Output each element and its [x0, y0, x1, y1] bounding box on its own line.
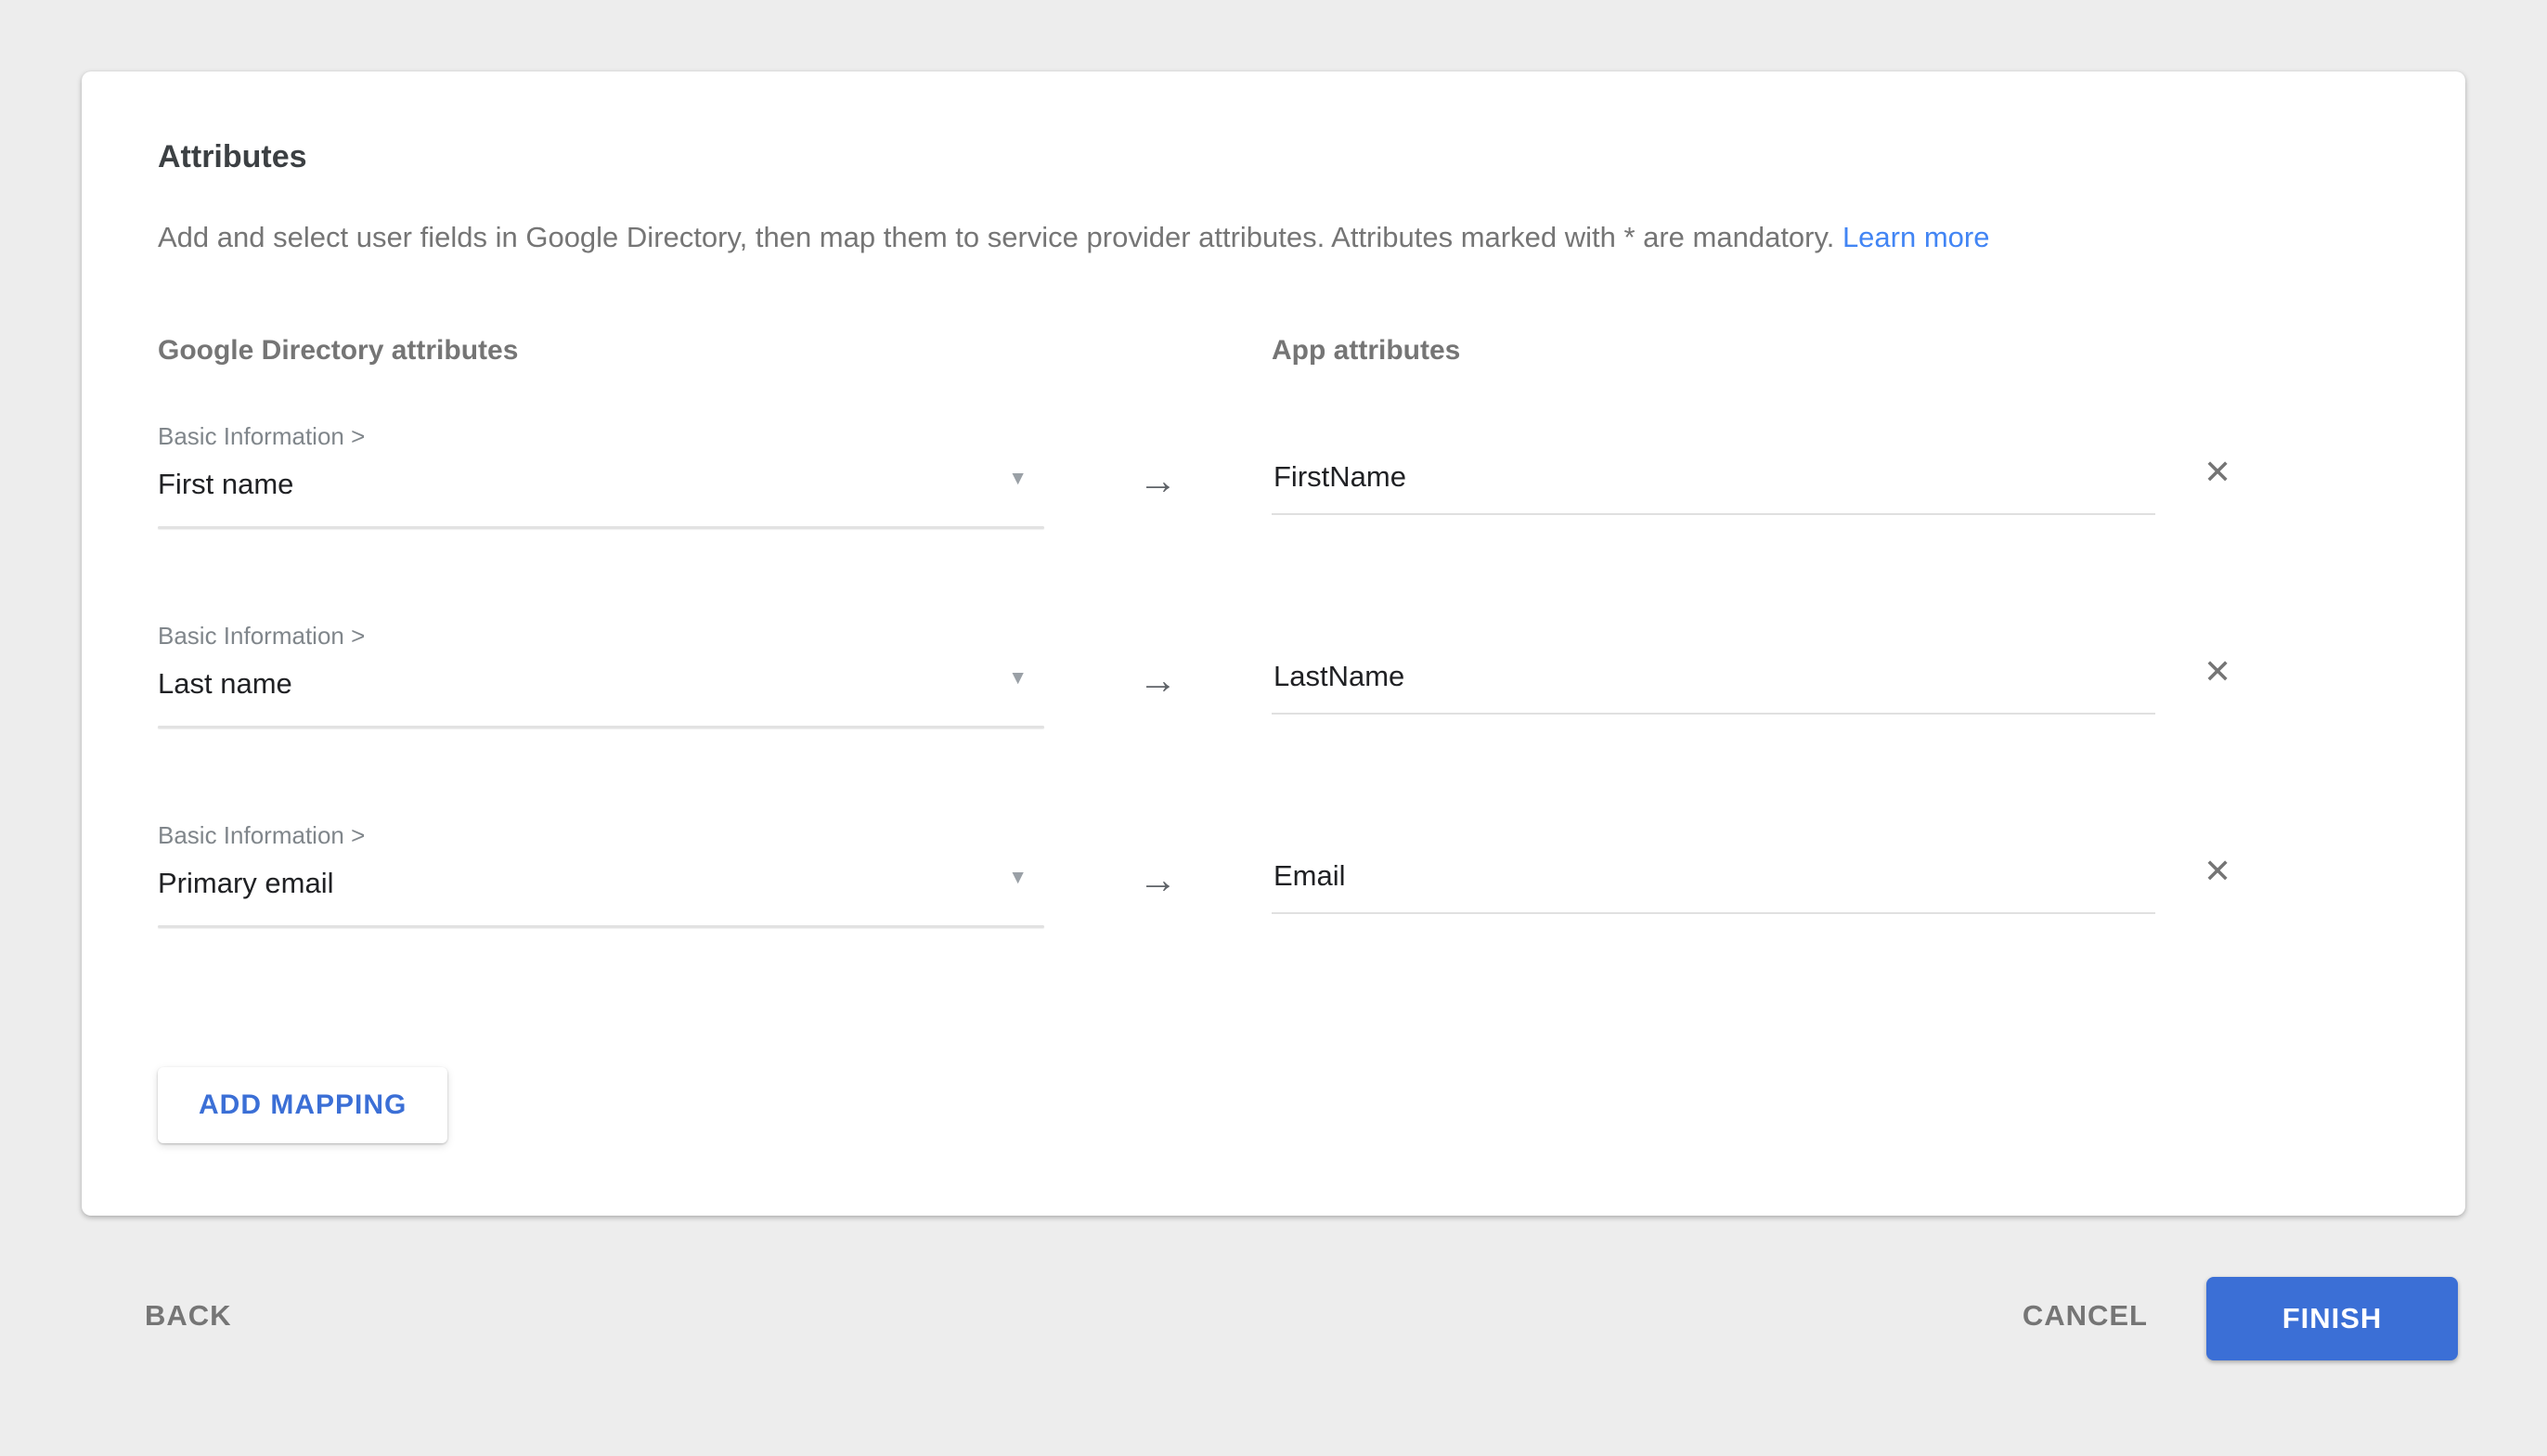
attribute-category-label: Basic Information >	[158, 422, 1044, 450]
mapping-rows: Basic Information > First name ▼ → ✕ Bas…	[158, 422, 2389, 928]
learn-more-link[interactable]: Learn more	[1842, 221, 1990, 253]
app-attributes-header: App attributes	[1272, 335, 2155, 367]
back-button[interactable]: BACK	[145, 1299, 232, 1333]
chevron-down-icon: ▼	[1008, 668, 1028, 688]
close-icon: ✕	[2204, 652, 2231, 690]
page-title: Attributes	[158, 138, 2389, 175]
google-attribute-value: First name	[158, 467, 1044, 502]
chevron-down-icon: ▼	[1008, 469, 1028, 488]
add-mapping-button[interactable]: ADD MAPPING	[158, 1067, 447, 1143]
app-attribute-cell	[1272, 821, 2155, 914]
mapping-row: Basic Information > Primary email ▼ → ✕	[158, 821, 2389, 928]
app-attribute-cell	[1272, 622, 2155, 715]
app-attribute-cell	[1272, 422, 2155, 515]
attribute-mapping-card: Attributes Add and select user fields in…	[82, 71, 2465, 1216]
app-attribute-input[interactable]	[1272, 659, 2155, 715]
google-attribute-dropdown[interactable]: Basic Information > First name ▼	[158, 422, 1044, 529]
cancel-button[interactable]: CANCEL	[2023, 1299, 2148, 1333]
remove-mapping-cell: ✕	[2204, 422, 2231, 489]
mapping-row: Basic Information > First name ▼ → ✕	[158, 422, 2389, 529]
columns-header: Google Directory attributes App attribut…	[158, 335, 2389, 367]
finish-button[interactable]: FINISH	[2206, 1277, 2458, 1360]
remove-mapping-cell: ✕	[2204, 622, 2231, 689]
remove-mapping-button[interactable]: ✕	[2204, 855, 2231, 888]
close-icon: ✕	[2204, 453, 2231, 491]
chevron-down-icon: ▼	[1008, 868, 1028, 887]
dropdown-underline	[158, 526, 1044, 529]
close-icon: ✕	[2204, 852, 2231, 890]
remove-mapping-button[interactable]: ✕	[2204, 456, 2231, 489]
app-attribute-input[interactable]	[1272, 858, 2155, 914]
google-attribute-dropdown[interactable]: Basic Information > Primary email ▼	[158, 821, 1044, 928]
mapping-row: Basic Information > Last name ▼ → ✕	[158, 622, 2389, 728]
google-attribute-dropdown[interactable]: Basic Information > Last name ▼	[158, 622, 1044, 728]
remove-mapping-cell: ✕	[2204, 821, 2231, 888]
map-arrow-icon: →	[1044, 821, 1272, 899]
google-directory-attributes-header: Google Directory attributes	[158, 335, 1044, 367]
attribute-category-label: Basic Information >	[158, 821, 1044, 849]
app-attribute-input[interactable]	[1272, 459, 2155, 515]
google-attribute-value: Primary email	[158, 866, 1044, 901]
remove-mapping-button[interactable]: ✕	[2204, 655, 2231, 689]
dropdown-underline	[158, 925, 1044, 928]
map-arrow-icon: →	[1044, 422, 1272, 500]
dropdown-underline	[158, 726, 1044, 728]
attribute-category-label: Basic Information >	[158, 622, 1044, 650]
attributes-description: Add and select user fields in Google Dir…	[158, 220, 2389, 255]
google-attribute-value: Last name	[158, 666, 1044, 702]
map-arrow-icon: →	[1044, 622, 1272, 700]
description-text: Add and select user fields in Google Dir…	[158, 221, 1834, 253]
